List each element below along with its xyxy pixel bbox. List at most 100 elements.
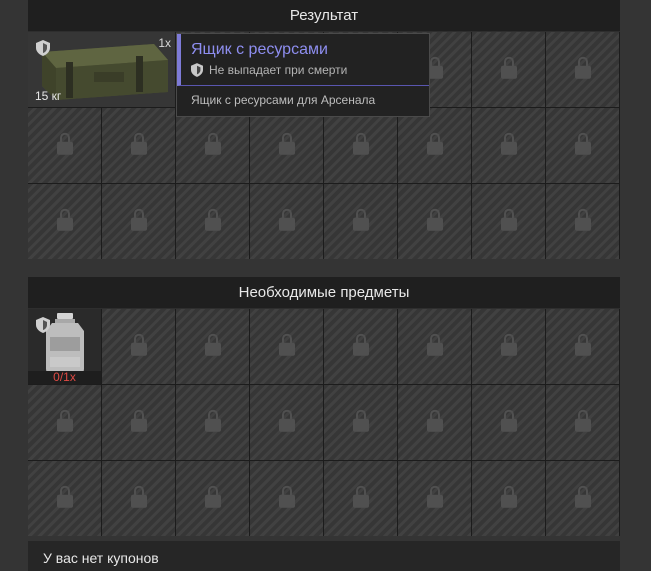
item-count: 1x [158,36,171,50]
locked-slot [324,309,397,384]
result-header: Результат [28,0,620,32]
locked-slot [472,32,545,107]
lock-icon [574,56,591,81]
lock-icon [130,485,147,510]
locked-slot [398,461,471,536]
lock-icon [500,409,517,434]
lock-icon [204,409,221,434]
lock-icon [500,208,517,233]
lock-icon [500,56,517,81]
lock-icon [204,333,221,358]
locked-slot [546,461,619,536]
lock-icon [278,409,295,434]
locked-slot [472,108,545,183]
locked-slot [546,32,619,107]
locked-slot [324,461,397,536]
lock-icon [500,132,517,157]
lock-icon [574,132,591,157]
shield-icon [36,40,50,56]
locked-slot [472,385,545,460]
locked-slot [102,108,175,183]
lock-icon [130,333,147,358]
locked-slot [546,184,619,259]
locked-slot [324,108,397,183]
coupons-text: У вас нет купонов [43,550,159,566]
locked-slot [28,385,101,460]
locked-slot [176,184,249,259]
locked-slot [324,184,397,259]
locked-slot [398,309,471,384]
locked-slot [398,108,471,183]
locked-slot [250,461,323,536]
lock-icon [130,409,147,434]
lock-icon [352,485,369,510]
lock-icon [56,409,73,434]
locked-slot [102,385,175,460]
locked-slot [28,184,101,259]
lock-icon [130,132,147,157]
shield-icon [191,63,203,77]
required-header: Необходимые предметы [28,277,620,309]
tooltip-subtitle-row: Не выпадает при смерти [191,63,429,77]
shield-icon [36,317,50,333]
lock-icon [426,333,443,358]
tooltip-subtitle: Не выпадает при смерти [209,63,348,77]
locked-slot [472,309,545,384]
lock-icon [56,208,73,233]
lock-icon [204,208,221,233]
locked-slot [250,184,323,259]
lock-icon [426,409,443,434]
lock-icon [278,333,295,358]
locked-slot [250,108,323,183]
lock-icon [278,208,295,233]
locked-slot [250,385,323,460]
locked-slot [324,385,397,460]
required-grid: 0/1x [28,309,620,536]
required-count: 0/1x [28,371,101,384]
item-tooltip: Ящик с ресурсами Не выпадает при смерти … [176,33,430,117]
locked-slot [398,184,471,259]
locked-slot [28,461,101,536]
lock-icon [574,333,591,358]
locked-slot [176,309,249,384]
locked-slot [102,309,175,384]
result-item-slot[interactable]: 1x 15 кг [28,32,175,107]
lock-icon [500,485,517,510]
lock-icon [500,333,517,358]
locked-slot [546,309,619,384]
lock-icon [426,132,443,157]
lock-icon [574,485,591,510]
lock-icon [204,132,221,157]
lock-icon [56,132,73,157]
lock-icon [352,132,369,157]
lock-icon [574,208,591,233]
tooltip-description: Ящик с ресурсами для Арсенала [191,93,376,107]
required-item-slot[interactable]: 0/1x [28,309,101,384]
required-panel: Необходимые предметы 0/1x [28,277,620,536]
coupons-bar: У вас нет купонов [28,541,620,571]
lock-icon [278,132,295,157]
lock-icon [352,409,369,434]
lock-icon [278,485,295,510]
item-weight: 15 кг [35,89,62,103]
locked-slot [176,385,249,460]
lock-icon [574,409,591,434]
locked-slot [472,461,545,536]
locked-slot [472,184,545,259]
lock-icon [56,485,73,510]
locked-slot [176,108,249,183]
lock-icon [352,333,369,358]
locked-slot [102,461,175,536]
lock-icon [426,208,443,233]
locked-slot [28,108,101,183]
locked-slot [250,309,323,384]
locked-slot [102,184,175,259]
locked-slot [176,461,249,536]
locked-slot [546,108,619,183]
lock-icon [426,485,443,510]
tooltip-header: Ящик с ресурсами Не выпадает при смерти [177,34,429,86]
locked-slot [398,385,471,460]
lock-icon [352,208,369,233]
locked-slot [546,385,619,460]
lock-icon [204,485,221,510]
